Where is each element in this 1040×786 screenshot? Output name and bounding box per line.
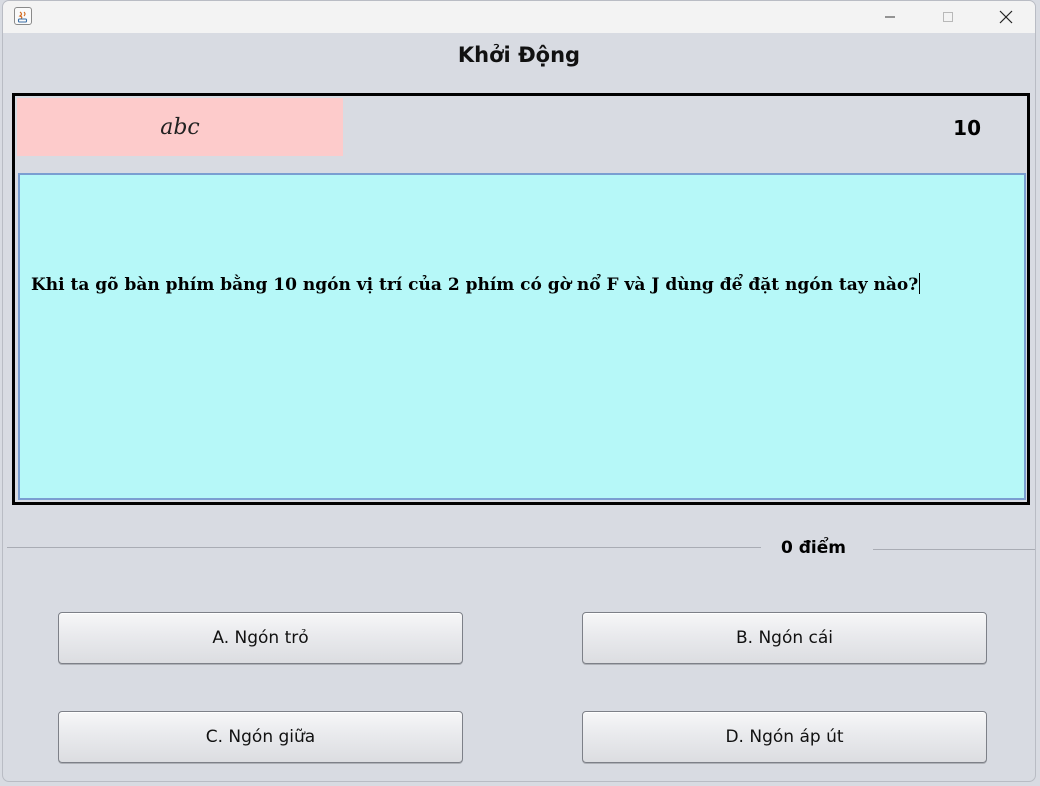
score-label: 0 điểm — [781, 538, 846, 558]
question-text: Khi ta gõ bàn phím bằng 10 ngón vị trí c… — [31, 275, 919, 295]
option-a-button[interactable]: A. Ngón trỏ — [58, 612, 463, 664]
round-title: Khởi Động — [457, 43, 581, 67]
countdown-timer: 10 — [953, 116, 981, 140]
minimize-button[interactable] — [867, 1, 913, 33]
answer-text: abc — [160, 114, 200, 140]
option-c-button[interactable]: C. Ngón giữa — [58, 711, 463, 763]
minimize-icon — [885, 16, 895, 18]
close-button[interactable] — [983, 1, 1029, 33]
game-panel: abc 10 Khi ta gõ bàn phím bằng 10 ngón v… — [12, 93, 1030, 505]
close-icon — [999, 10, 1013, 24]
text-caret — [919, 273, 921, 294]
question-text-wrap: Khi ta gõ bàn phím bằng 10 ngón vị trí c… — [31, 273, 921, 295]
divider-line-left — [7, 547, 761, 548]
maximize-icon — [943, 12, 953, 22]
game-window: Khởi Động abc 10 Khi ta gõ bàn phím bằng… — [2, 0, 1036, 782]
option-d-button[interactable]: D. Ngón áp út — [582, 711, 987, 763]
score-divider: 0 điểm — [3, 537, 1035, 561]
question-area[interactable]: Khi ta gõ bàn phím bằng 10 ngón vị trí c… — [18, 173, 1026, 500]
java-icon — [14, 7, 32, 25]
maximize-button[interactable] — [925, 1, 971, 33]
option-b-button[interactable]: B. Ngón cái — [582, 612, 987, 664]
title-bar[interactable] — [3, 1, 1035, 33]
divider-line-right — [873, 549, 1035, 550]
answer-field[interactable]: abc — [17, 98, 343, 156]
